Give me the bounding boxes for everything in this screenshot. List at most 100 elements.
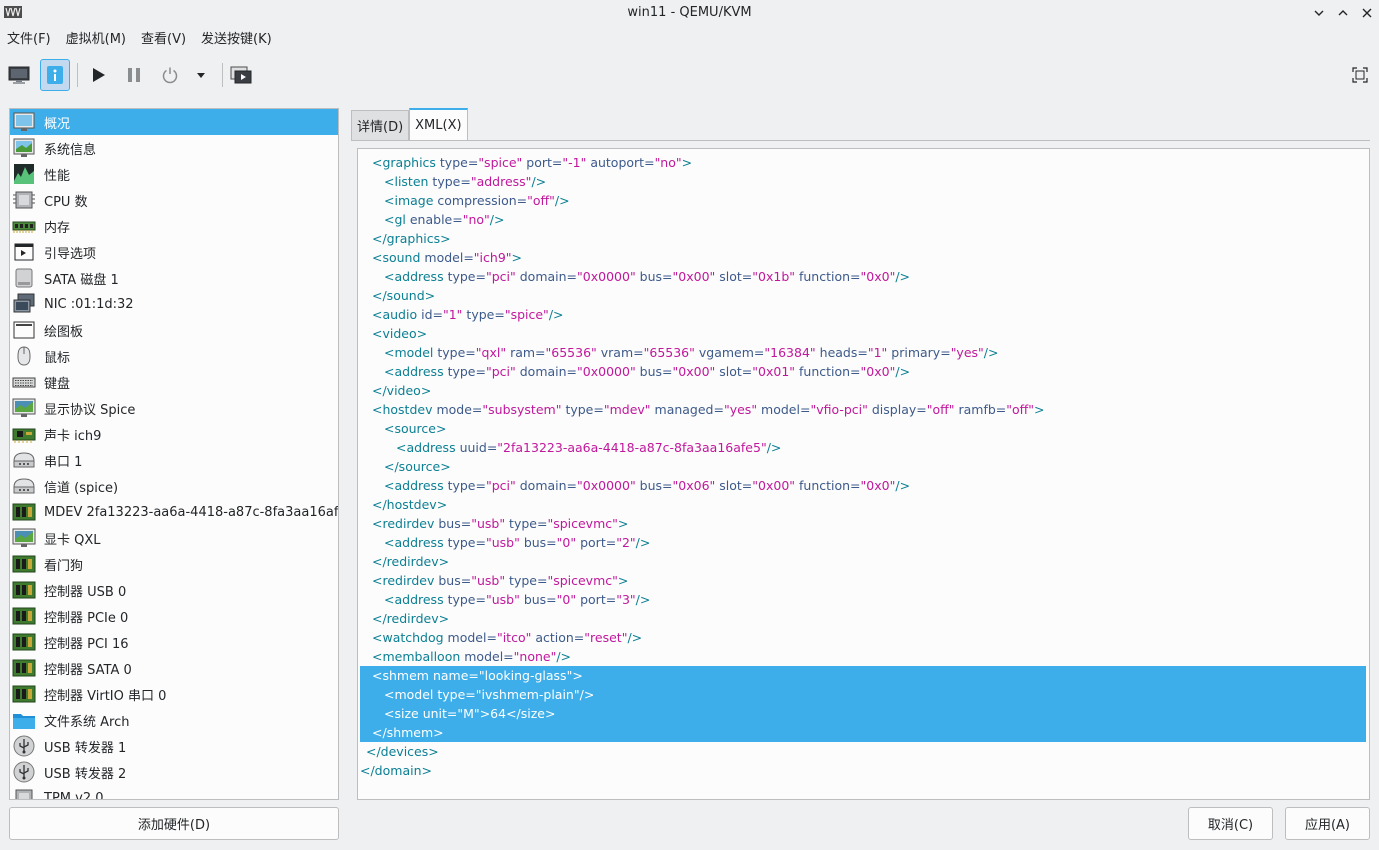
- fullscreen-button[interactable]: [1345, 59, 1375, 91]
- xml-token: "none": [513, 649, 557, 664]
- hardware-item[interactable]: 看门狗: [10, 551, 338, 577]
- toolbar-separator: [222, 63, 223, 87]
- hardware-item[interactable]: CPU 数: [10, 187, 338, 213]
- xml-token: "0x0000": [577, 364, 640, 379]
- menu-send-key[interactable]: 发送按键(K): [194, 27, 280, 52]
- hardware-item[interactable]: 控制器 VirtIO 串口 0: [10, 681, 338, 707]
- hardware-item-label: 看门狗: [44, 558, 84, 574]
- run-button[interactable]: [83, 59, 113, 91]
- cancel-button[interactable]: 取消(C): [1188, 807, 1273, 840]
- hardware-item[interactable]: USB 转发器 2: [10, 759, 338, 785]
- xml-token: />: [556, 649, 572, 664]
- xml-line: <shmem name="looking-glass">: [360, 666, 1366, 685]
- xml-token: type=: [466, 307, 505, 322]
- system-info-icon: [12, 137, 36, 159]
- hardware-item[interactable]: 声卡 ich9: [10, 421, 338, 447]
- hardware-item[interactable]: 鼠标: [10, 343, 338, 369]
- channel-icon: [12, 475, 36, 497]
- snapshot-icon: [230, 66, 252, 84]
- hardware-item[interactable]: 内存: [10, 213, 338, 239]
- xml-token: <shmem: [372, 668, 433, 683]
- hardware-item[interactable]: 键盘: [10, 369, 338, 395]
- boot-options-icon: [12, 241, 36, 263]
- disk-icon: [12, 267, 36, 289]
- xml-token: "spicevmc": [547, 516, 618, 531]
- hardware-item-label: 键盘: [44, 376, 71, 392]
- xml-token: <address: [384, 269, 448, 284]
- xml-line: <address type="usb" bus="0" port="3"/>: [360, 590, 1366, 609]
- xml-token: <listen: [384, 174, 433, 189]
- close-button[interactable]: [1355, 0, 1379, 25]
- hardware-item[interactable]: TPM v2.0: [10, 785, 338, 799]
- window-title: win11 - QEMU/KVM: [627, 5, 752, 20]
- usb-redirector-icon: [12, 735, 36, 757]
- xml-token: "0x00": [752, 478, 799, 493]
- xml-token: autoport=: [590, 155, 655, 170]
- hardware-item[interactable]: MDEV 2fa13223-aa6a-4418-a87c-8fa3aa16afe…: [10, 499, 338, 525]
- hardware-item[interactable]: 显示协议 Spice: [10, 395, 338, 421]
- xml-token: </sound>: [372, 288, 436, 303]
- hardware-item[interactable]: 绘图板: [10, 317, 338, 343]
- details-view-button[interactable]: [40, 59, 70, 91]
- hardware-item[interactable]: 串口 1: [10, 447, 338, 473]
- xml-line: <model type="qxl" ram="65536" vram="6553…: [360, 343, 1366, 362]
- xml-token: domain=: [519, 478, 578, 493]
- sound-card-icon: [12, 423, 36, 445]
- hardware-item[interactable]: 概况: [10, 109, 338, 135]
- hardware-item[interactable]: 性能: [10, 161, 338, 187]
- hardware-item-label: 控制器 SATA 0: [44, 662, 132, 678]
- xml-line: </shmem>: [360, 723, 1366, 742]
- maximize-button[interactable]: [1331, 0, 1355, 25]
- hardware-item[interactable]: 显卡 QXL: [10, 525, 338, 551]
- hardware-item-label: 控制器 VirtIO 串口 0: [44, 688, 167, 704]
- hardware-item[interactable]: USB 转发器 1: [10, 733, 338, 759]
- hardware-item[interactable]: 引导选项: [10, 239, 338, 265]
- hardware-item[interactable]: NIC :01:1d:32: [10, 291, 338, 317]
- hardware-item[interactable]: 系统信息: [10, 135, 338, 161]
- menu-vm[interactable]: 虚拟机(M): [59, 27, 134, 52]
- xml-content[interactable]: <graphics type="spice" port="-1" autopor…: [360, 153, 1366, 780]
- xml-token: model=: [761, 402, 811, 417]
- tab-xml[interactable]: XML(X): [409, 108, 468, 140]
- menu-view[interactable]: 查看(V): [134, 27, 194, 52]
- xml-token: "0x06": [672, 478, 720, 493]
- xml-token: "pci": [485, 478, 520, 493]
- tab-details[interactable]: 详情(D): [351, 110, 410, 140]
- xml-token: "yes": [950, 345, 984, 360]
- snapshots-button[interactable]: [226, 59, 256, 91]
- console-view-button[interactable]: [4, 59, 34, 91]
- cpu-icon: [12, 189, 36, 211]
- xml-token: >: [1034, 402, 1045, 417]
- hardware-item[interactable]: SATA 磁盘 1: [10, 265, 338, 291]
- minimize-button[interactable]: [1307, 0, 1331, 25]
- xml-token: "mdev": [603, 402, 655, 417]
- hardware-item[interactable]: 信道 (spice): [10, 473, 338, 499]
- xml-line: <audio id="1" type="spice"/>: [360, 305, 1366, 324]
- xml-token: "usb": [485, 592, 524, 607]
- hardware-item[interactable]: 控制器 USB 0: [10, 577, 338, 603]
- xml-token: >: [511, 250, 523, 265]
- shutdown-button[interactable]: [155, 59, 185, 91]
- hardware-item[interactable]: 文件系统 Arch: [10, 707, 338, 733]
- hardware-item[interactable]: 控制器 PCI 16: [10, 629, 338, 655]
- tab-divider: [351, 140, 1370, 141]
- add-hardware-button[interactable]: 添加硬件(D): [9, 807, 339, 840]
- xml-token: bus=: [639, 478, 673, 493]
- pause-button[interactable]: [119, 59, 149, 91]
- hardware-item[interactable]: 控制器 SATA 0: [10, 655, 338, 681]
- hardware-item-label: USB 转发器 1: [44, 740, 127, 756]
- xml-line: <address type="pci" domain="0x0000" bus=…: [360, 362, 1366, 381]
- apply-button[interactable]: 应用(A): [1285, 807, 1370, 840]
- xml-editor[interactable]: <graphics type="spice" port="-1" autopor…: [357, 148, 1370, 800]
- xml-token: <address: [396, 440, 460, 455]
- shutdown-menu-button[interactable]: [188, 59, 214, 91]
- hardware-item-label: 声卡 ich9: [44, 428, 102, 444]
- xml-token: <watchdog: [372, 630, 448, 645]
- overview-icon: [12, 111, 36, 133]
- xml-token: "0x0000": [577, 269, 640, 284]
- pci-card-icon: [12, 501, 36, 523]
- menu-file[interactable]: 文件(F): [0, 27, 59, 52]
- hardware-item[interactable]: 控制器 PCIe 0: [10, 603, 338, 629]
- xml-line: <redirdev bus="usb" type="spicevmc">: [360, 571, 1366, 590]
- monitor-icon: [8, 66, 30, 84]
